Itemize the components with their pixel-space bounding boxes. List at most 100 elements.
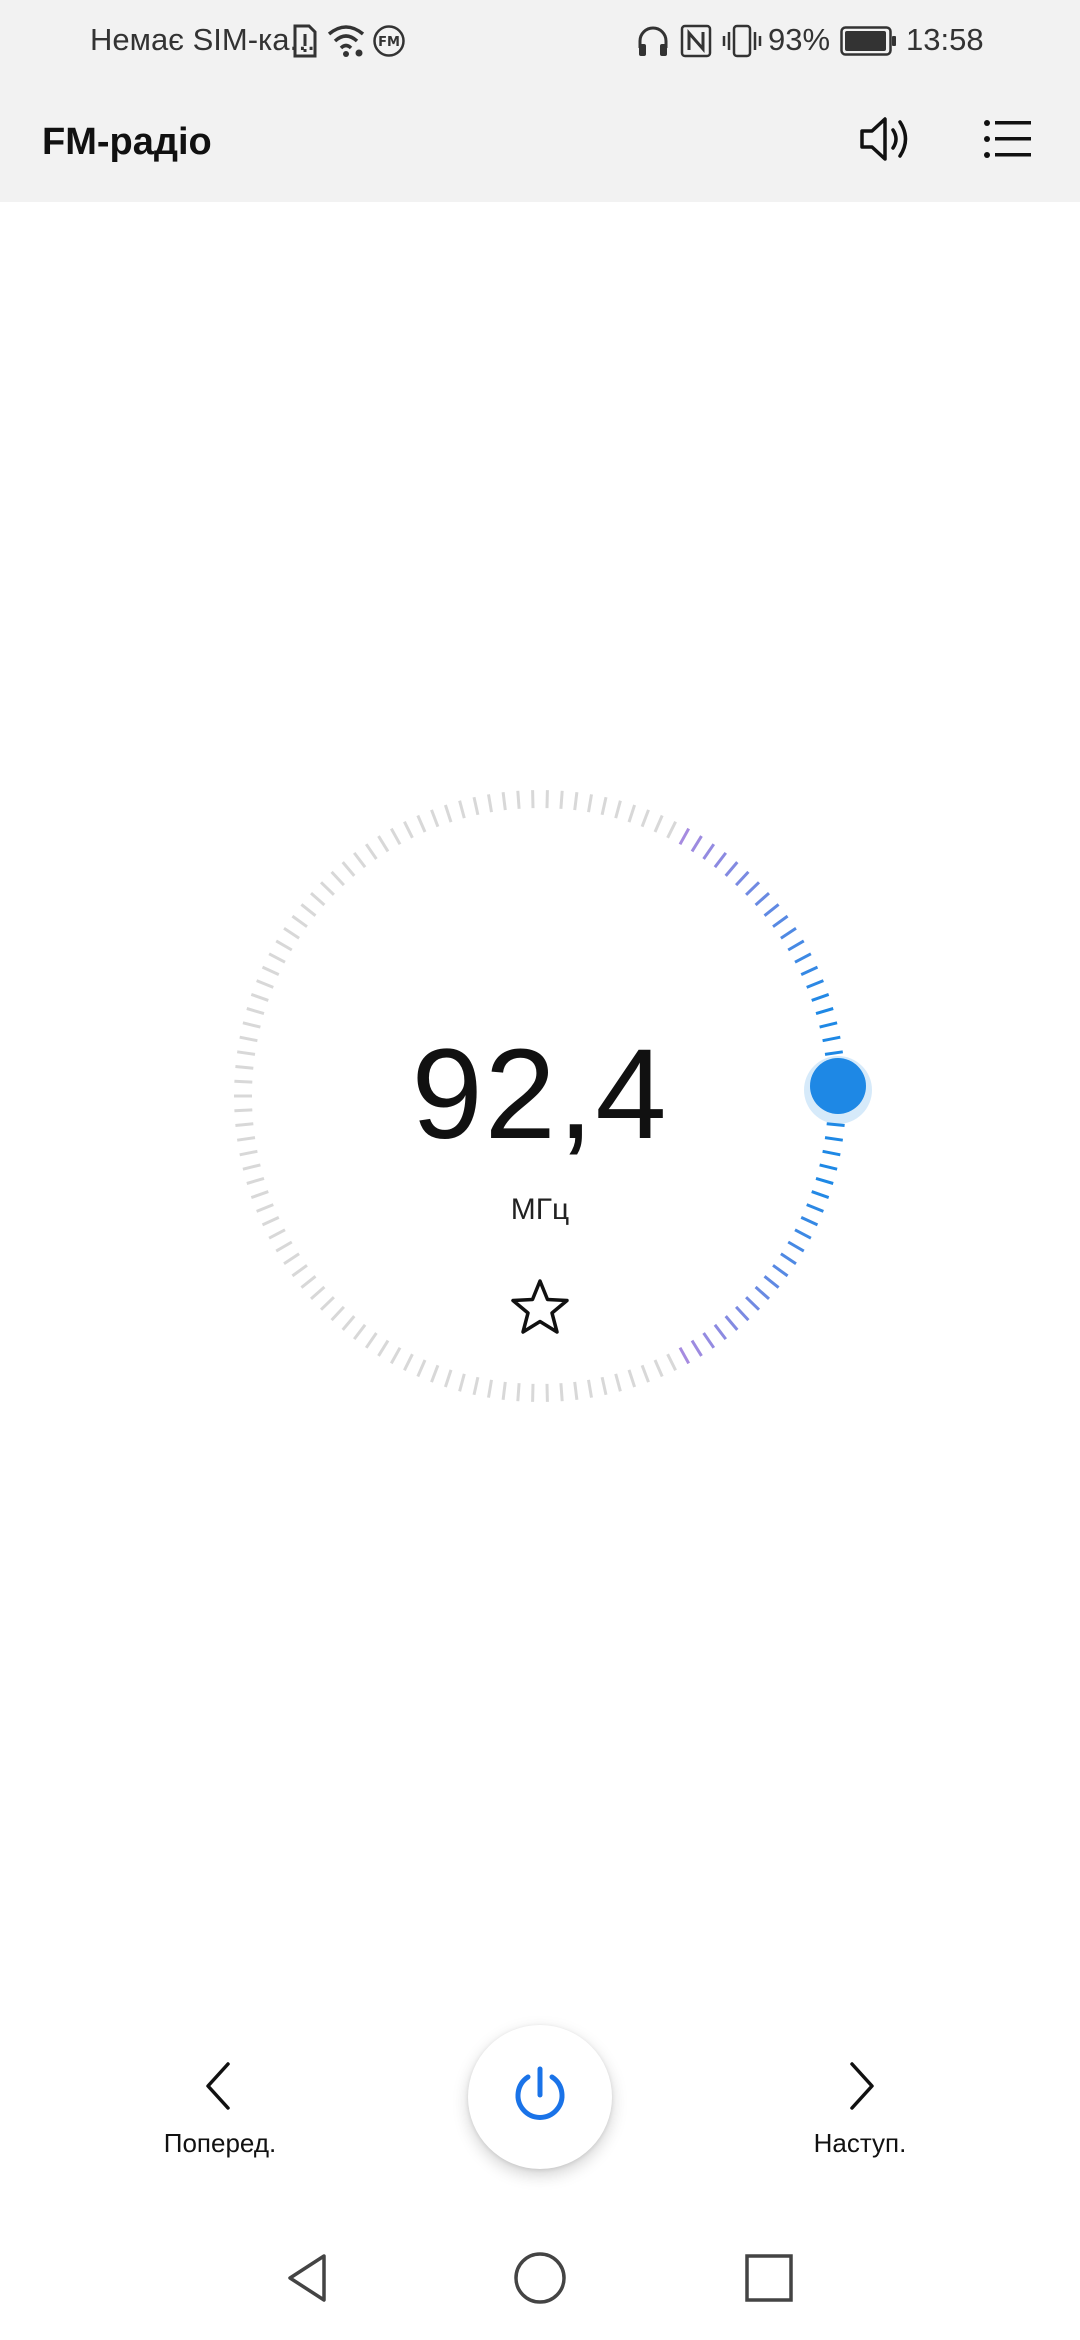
dial-tick (458, 800, 466, 819)
dial-tick (487, 1379, 493, 1398)
dial-tick (501, 1381, 507, 1400)
frequency-value: 92,4 (411, 1023, 669, 1166)
dial-tick (772, 914, 789, 928)
dial-tick (754, 1285, 770, 1301)
vibrate-icon (722, 24, 762, 58)
dial-tick (268, 952, 286, 964)
dial-tick (787, 939, 805, 952)
clock-text: 13:58 (906, 22, 984, 57)
next-label: Наступ. (813, 2128, 907, 2158)
back-button[interactable] (270, 2242, 346, 2318)
dial-tick (815, 1176, 834, 1185)
dial-tick (573, 792, 579, 811)
frequency-unit: МГц (510, 1193, 570, 1226)
dial-tick (678, 1346, 691, 1365)
dial-tick (640, 1364, 650, 1383)
dial-tick (472, 1376, 480, 1396)
headphones-icon (636, 24, 670, 58)
dial-tick (559, 1383, 564, 1402)
dial-tick (291, 914, 308, 928)
dial-tick (787, 1240, 805, 1253)
favorite-button[interactable] (508, 1276, 572, 1340)
carrier-text: Немає SIM-ка... (90, 22, 316, 57)
svg-text:FM: FM (378, 35, 400, 50)
next-station-button[interactable]: Наступ. (740, 2060, 980, 2170)
dial-tick (283, 927, 300, 940)
dial-tick (341, 1315, 356, 1331)
dial-tick (745, 881, 761, 896)
dial-tick (353, 851, 367, 869)
dial-tick (256, 979, 274, 989)
dial-tick (403, 821, 414, 839)
dial-tick (389, 827, 402, 846)
dial-tick (666, 1353, 677, 1371)
dial-tick (772, 1264, 789, 1278)
dial-tick (627, 1369, 637, 1388)
dial-tick (702, 843, 716, 860)
status-bar: Немає SIM-ка... FM 93% 13:58 (0, 0, 1080, 80)
dial-tick (600, 796, 608, 816)
dial-tick (275, 939, 293, 952)
dial-tick (268, 1228, 286, 1240)
previous-station-button[interactable]: Поперед. (100, 2060, 340, 2170)
power-button[interactable] (468, 2025, 612, 2169)
previous-label: Поперед. (163, 2128, 277, 2158)
dial-tick (763, 1275, 780, 1289)
dial-tick (310, 891, 326, 907)
dial-tick (291, 1264, 308, 1278)
app-title: FM-радіо (42, 121, 212, 163)
dial-tick (806, 979, 824, 989)
dial-tick (330, 870, 345, 887)
volume-icon (858, 113, 914, 170)
dial-tick (614, 800, 622, 819)
dial-tick (416, 814, 427, 833)
dial-tick (600, 1376, 608, 1396)
dial-tick (690, 835, 703, 853)
dial-tick (377, 835, 390, 853)
dial-tick (653, 814, 664, 833)
home-button[interactable] (502, 2242, 578, 2318)
dial-tick (246, 1176, 265, 1185)
dial-tick (443, 1369, 453, 1388)
dial-tick (250, 992, 269, 1002)
dial-tick (780, 1252, 797, 1265)
dial-tick (794, 952, 812, 964)
recents-button[interactable] (731, 2242, 807, 2318)
home-icon (512, 2250, 568, 2311)
dial-tick (811, 992, 830, 1002)
dial-tick (310, 1285, 326, 1301)
dial-tick (300, 1275, 317, 1289)
dial-tick (690, 1339, 703, 1357)
dial-tick (724, 1315, 739, 1331)
power-icon (508, 2063, 572, 2132)
dial-tick (443, 804, 453, 823)
dial-tick (587, 794, 593, 813)
dial-tick (516, 1383, 521, 1402)
dial-tick (640, 809, 650, 828)
fm-icon: FM (372, 24, 406, 58)
back-icon (280, 2250, 336, 2311)
chevron-left-icon (200, 2060, 240, 2117)
dial-tick (653, 1359, 664, 1378)
dial-tick (472, 796, 480, 816)
dial-tick (377, 1339, 390, 1357)
dial-tick (319, 881, 335, 896)
dial-tick (319, 1296, 335, 1311)
station-list-button[interactable] (968, 101, 1048, 181)
dial-tick (735, 870, 750, 887)
volume-button[interactable] (846, 101, 926, 181)
dial-tick (487, 794, 493, 813)
dial-tick (794, 1228, 812, 1240)
recents-icon (741, 2250, 797, 2311)
dial-tick (800, 965, 819, 976)
dial-tick (559, 790, 564, 809)
wifi-icon (326, 22, 366, 58)
dial-tick (587, 1379, 593, 1398)
dial-tick (501, 792, 507, 811)
dial-tick (614, 1373, 622, 1392)
dial-tick (678, 827, 691, 846)
dial-tick (430, 809, 440, 828)
dial-tick (389, 1346, 402, 1365)
dial-tick (275, 1240, 293, 1253)
dial-tick (573, 1381, 579, 1400)
